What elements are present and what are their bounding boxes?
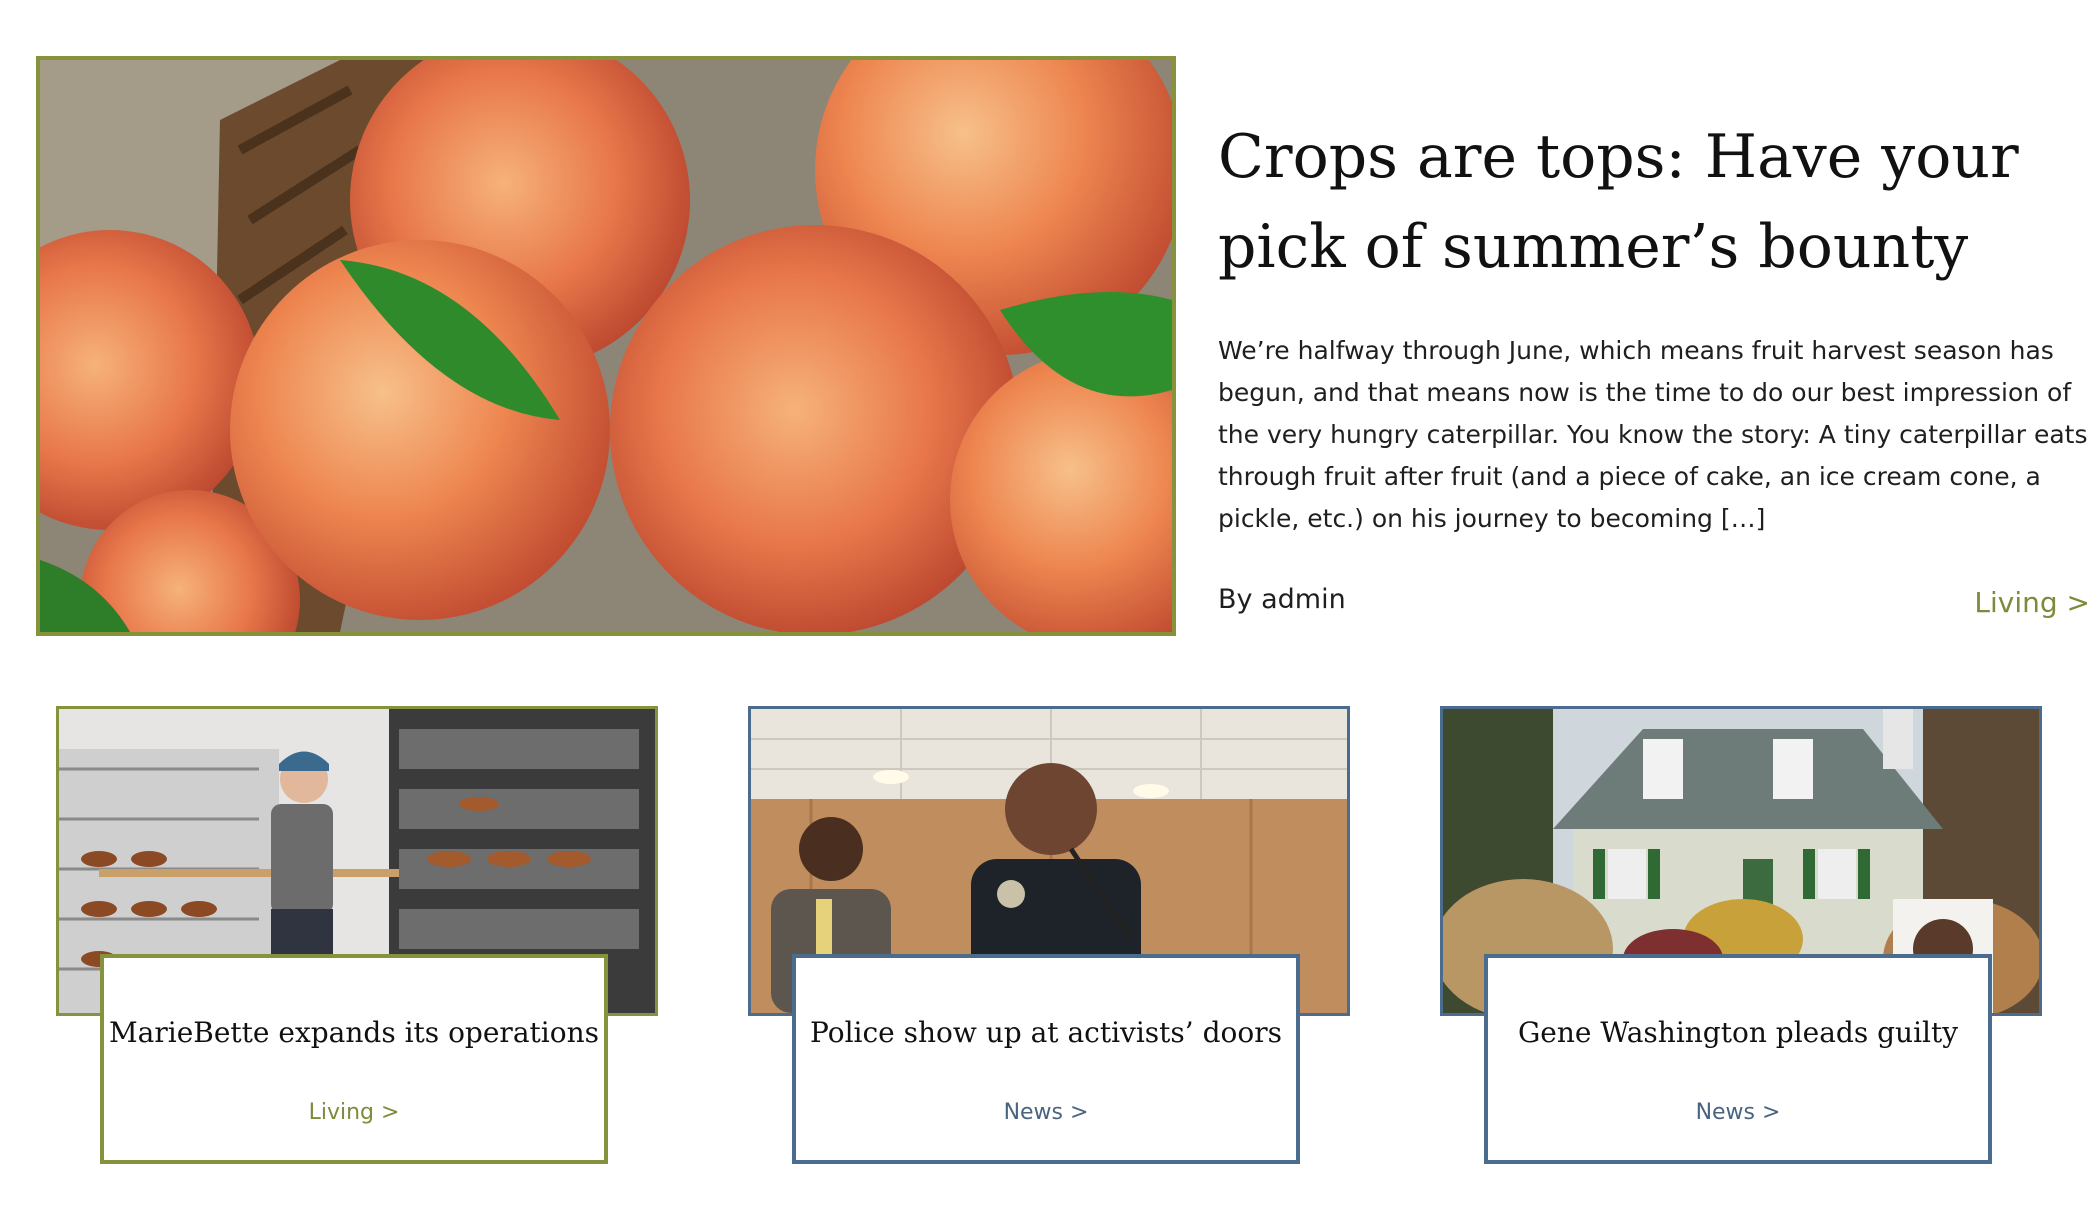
article-card: MarieBette expands its operations Living… bbox=[56, 706, 706, 1164]
card-caption-box: MarieBette expands its operations Living… bbox=[100, 954, 608, 1164]
feature-excerpt: We’re halfway through June, which means … bbox=[1218, 336, 2088, 533]
card-title-link[interactable]: Gene Washington pleads guilty bbox=[1488, 1016, 1988, 1049]
author-link[interactable]: admin bbox=[1261, 584, 1346, 615]
feature-image-link[interactable] bbox=[36, 56, 1176, 636]
card-category-link[interactable]: News > bbox=[1488, 1100, 1988, 1125]
article-card: Police show up at activists’ doors News … bbox=[748, 706, 1398, 1164]
card-caption-box: Police show up at activists’ doors News … bbox=[792, 954, 1300, 1164]
peaches-photo bbox=[40, 60, 1172, 632]
card-category-link[interactable]: News > bbox=[796, 1100, 1296, 1125]
feature-title-link[interactable]: Crops are tops: Have your pick of summer… bbox=[1218, 112, 2078, 292]
feature-category-link[interactable]: Living > bbox=[1974, 586, 2090, 619]
byline-prefix: By bbox=[1218, 584, 1253, 615]
card-caption-box: Gene Washington pleads guilty News > bbox=[1484, 954, 1992, 1164]
card-title-link[interactable]: MarieBette expands its operations bbox=[104, 1016, 604, 1049]
feature-byline: By admin bbox=[1218, 584, 1346, 615]
article-card: Gene Washington pleads guilty News > bbox=[1440, 706, 2090, 1164]
card-title-link[interactable]: Police show up at activists’ doors bbox=[796, 1016, 1296, 1049]
card-category-link[interactable]: Living > bbox=[104, 1100, 604, 1125]
